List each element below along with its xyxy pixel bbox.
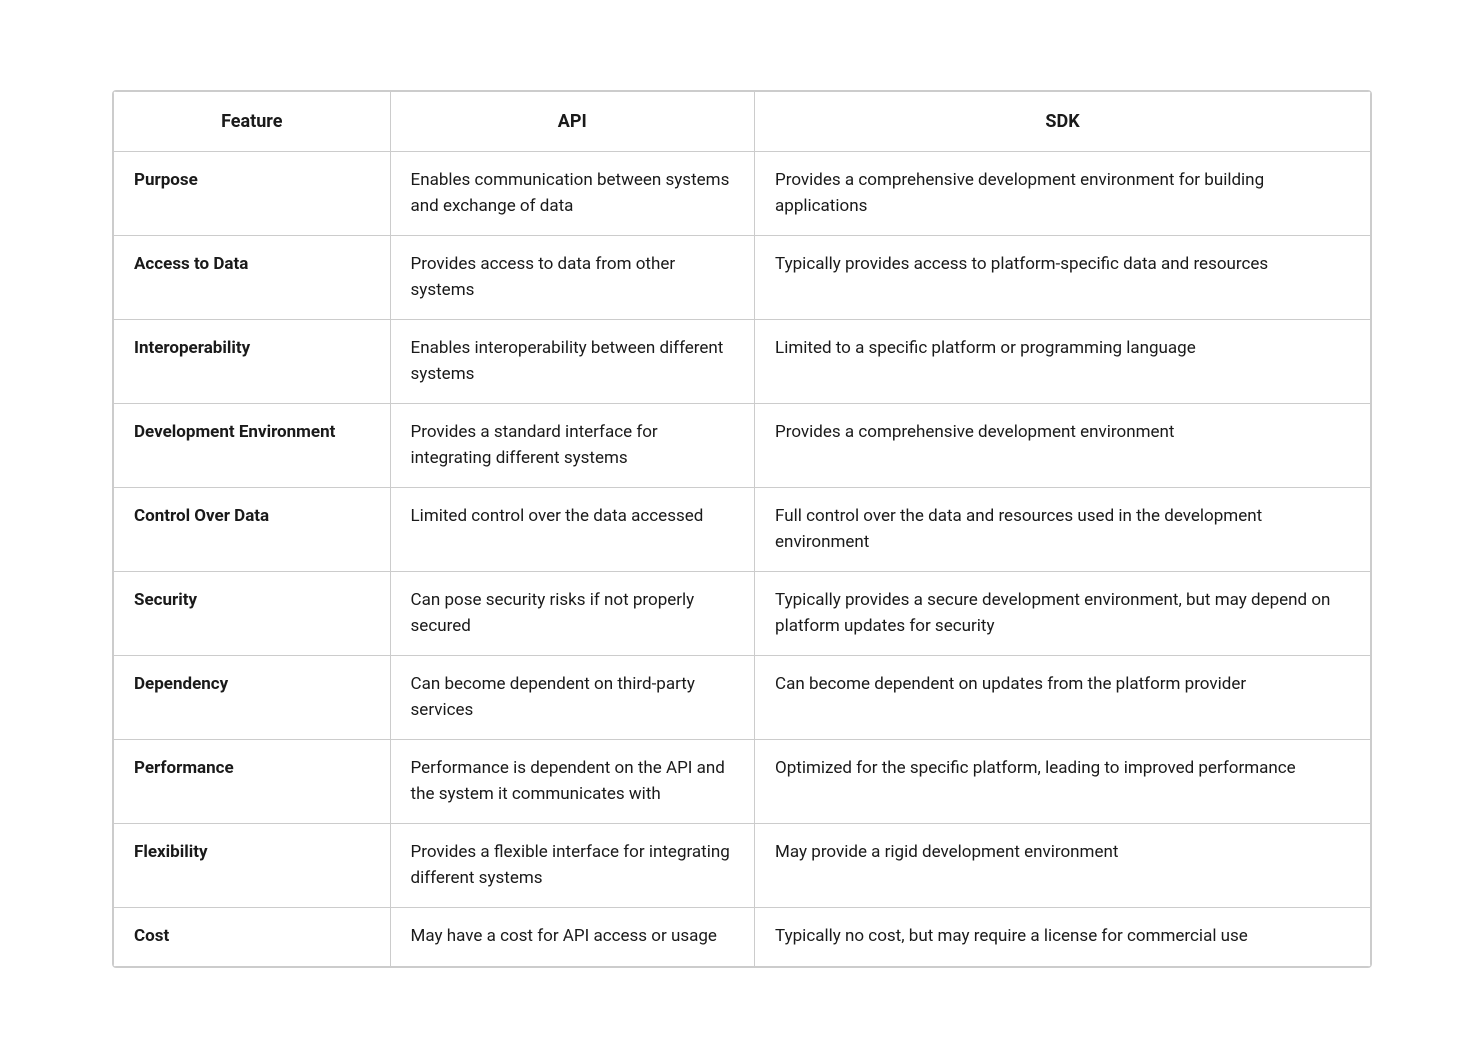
cell-api: Performance is dependent on the API and … bbox=[390, 740, 755, 824]
table-row: SecurityCan pose security risks if not p… bbox=[114, 572, 1371, 656]
table-row: PurposeEnables communication between sys… bbox=[114, 152, 1371, 236]
table-row: Development EnvironmentProvides a standa… bbox=[114, 404, 1371, 488]
header-feature: Feature bbox=[114, 92, 391, 152]
cell-feature: Interoperability bbox=[114, 320, 391, 404]
cell-api: Enables interoperability between differe… bbox=[390, 320, 755, 404]
table-row: Access to DataProvides access to data fr… bbox=[114, 236, 1371, 320]
cell-feature: Development Environment bbox=[114, 404, 391, 488]
table-row: CostMay have a cost for API access or us… bbox=[114, 908, 1371, 967]
table-header-row: Feature API SDK bbox=[114, 92, 1371, 152]
header-sdk: SDK bbox=[755, 92, 1371, 152]
cell-api: Limited control over the data accessed bbox=[390, 488, 755, 572]
table-row: Control Over DataLimited control over th… bbox=[114, 488, 1371, 572]
table-row: InteroperabilityEnables interoperability… bbox=[114, 320, 1371, 404]
cell-api: Provides a standard interface for integr… bbox=[390, 404, 755, 488]
table-row: PerformancePerformance is dependent on t… bbox=[114, 740, 1371, 824]
cell-sdk: Optimized for the specific platform, lea… bbox=[755, 740, 1371, 824]
cell-feature: Purpose bbox=[114, 152, 391, 236]
table-row: DependencyCan become dependent on third-… bbox=[114, 656, 1371, 740]
cell-feature: Dependency bbox=[114, 656, 391, 740]
cell-api: May have a cost for API access or usage bbox=[390, 908, 755, 967]
comparison-table-container: Feature API SDK PurposeEnables communica… bbox=[112, 90, 1372, 968]
comparison-table: Feature API SDK PurposeEnables communica… bbox=[113, 91, 1371, 967]
cell-api: Enables communication between systems an… bbox=[390, 152, 755, 236]
cell-api: Provides access to data from other syste… bbox=[390, 236, 755, 320]
cell-sdk: Typically no cost, but may require a lic… bbox=[755, 908, 1371, 967]
cell-feature: Performance bbox=[114, 740, 391, 824]
table-row: FlexibilityProvides a flexible interface… bbox=[114, 824, 1371, 908]
cell-sdk: Provides a comprehensive development env… bbox=[755, 404, 1371, 488]
cell-feature: Access to Data bbox=[114, 236, 391, 320]
cell-feature: Flexibility bbox=[114, 824, 391, 908]
cell-sdk: Limited to a specific platform or progra… bbox=[755, 320, 1371, 404]
cell-sdk: Can become dependent on updates from the… bbox=[755, 656, 1371, 740]
cell-feature: Cost bbox=[114, 908, 391, 967]
cell-sdk: Typically provides a secure development … bbox=[755, 572, 1371, 656]
cell-feature: Control Over Data bbox=[114, 488, 391, 572]
cell-sdk: Full control over the data and resources… bbox=[755, 488, 1371, 572]
cell-sdk: Provides a comprehensive development env… bbox=[755, 152, 1371, 236]
cell-sdk: May provide a rigid development environm… bbox=[755, 824, 1371, 908]
cell-sdk: Typically provides access to platform-sp… bbox=[755, 236, 1371, 320]
cell-api: Provides a flexible interface for integr… bbox=[390, 824, 755, 908]
cell-api: Can pose security risks if not properly … bbox=[390, 572, 755, 656]
cell-api: Can become dependent on third-party serv… bbox=[390, 656, 755, 740]
header-api: API bbox=[390, 92, 755, 152]
cell-feature: Security bbox=[114, 572, 391, 656]
